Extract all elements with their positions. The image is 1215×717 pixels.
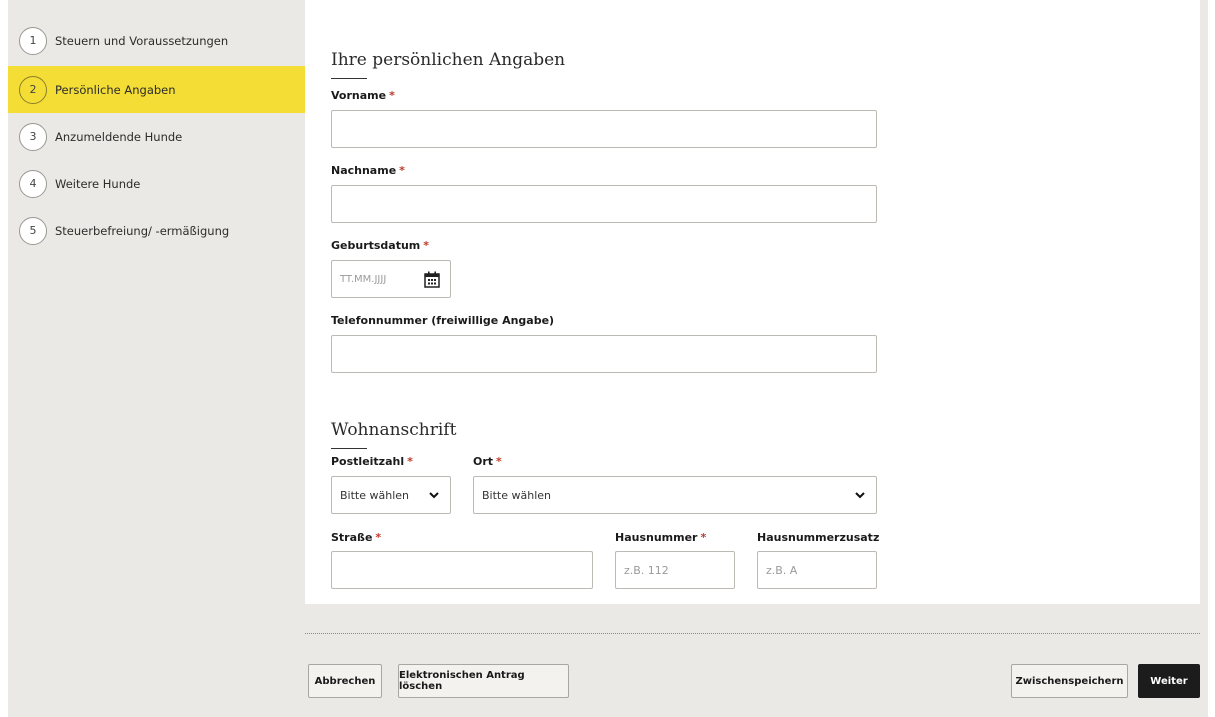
ort-label: Ort * [473, 455, 502, 468]
ort-label-text: Ort [473, 455, 494, 468]
required-marker: * [407, 455, 413, 468]
chevron-down-icon [428, 489, 440, 501]
hausnummer-label-text: Hausnummer [615, 531, 698, 544]
delete-application-button[interactable]: Elektronischen Antrag löschen [398, 664, 569, 698]
strasse-label: Straße * [331, 531, 381, 544]
geburtsdatum-label-text: Geburtsdatum [331, 239, 421, 252]
address-section-title: Wohnanschrift [331, 420, 457, 449]
step-label: Steuern und Voraussetzungen [55, 33, 229, 48]
postleitzahl-select[interactable]: Bitte wählen [331, 476, 451, 514]
step-label: Persönliche Angaben [55, 82, 176, 97]
step-number: 5 [19, 216, 47, 245]
strasse-input[interactable] [331, 551, 593, 589]
postleitzahl-label: Postleitzahl * [331, 455, 413, 468]
vorname-label-text: Vorname [331, 89, 387, 102]
hausnummer-placeholder: z.B. 112 [624, 563, 669, 577]
required-marker: * [496, 455, 502, 468]
calendar-icon[interactable] [424, 271, 440, 288]
hausnummerzusatz-label: Hausnummerzusatz [757, 531, 880, 544]
geburtsdatum-placeholder: TT.MM.JJJJ [340, 273, 387, 285]
vorname-label: Vorname * [331, 89, 395, 102]
ort-value: Bitte wählen [482, 488, 551, 502]
required-marker: * [423, 239, 430, 252]
telefon-label: Telefonnummer (freiwillige Angabe) [331, 314, 555, 327]
step-label: Weitere Hunde [55, 176, 141, 191]
step-4[interactable]: 4 Weitere Hunde [8, 160, 313, 207]
save-draft-button[interactable]: Zwischenspeichern [1011, 664, 1128, 698]
nachname-label-text: Nachname [331, 164, 397, 177]
step-number: 2 [19, 75, 47, 104]
step-5[interactable]: 5 Steuerbefreiung/ -ermäßigung [8, 207, 313, 254]
hausnummer-input[interactable]: z.B. 112 [615, 551, 735, 589]
step-number: 1 [19, 26, 47, 55]
nachname-label: Nachname * [331, 164, 405, 177]
required-marker: * [389, 89, 395, 102]
ort-select[interactable]: Bitte wählen [473, 476, 877, 514]
step-number: 4 [19, 169, 47, 198]
telefon-input[interactable] [331, 335, 877, 373]
hausnummerzusatz-placeholder: z.B. A [766, 563, 798, 577]
geburtsdatum-label: Geburtsdatum * [331, 239, 429, 252]
step-label: Steuerbefreiung/ -ermäßigung [55, 223, 230, 238]
required-marker: * [375, 531, 382, 544]
chevron-down-icon [854, 489, 866, 501]
postleitzahl-label-text: Postleitzahl [331, 455, 405, 468]
personal-section-title: Ihre persönlichen Angaben [331, 50, 566, 79]
step-2-active[interactable]: 2 Persönliche Angaben [8, 66, 326, 113]
postleitzahl-value: Bitte wählen [340, 488, 409, 502]
strasse-label-text: Straße [331, 531, 373, 544]
required-marker: * [399, 164, 405, 177]
next-button[interactable]: Weiter [1138, 664, 1200, 698]
step-3[interactable]: 3 Anzumeldende Hunde [8, 113, 313, 160]
nachname-input[interactable] [331, 185, 877, 223]
step-1[interactable]: 1 Steuern und Voraussetzungen [8, 17, 313, 64]
step-navigation: 1 Steuern und Voraussetzungen 2 Persönli… [8, 17, 326, 254]
required-marker: * [700, 531, 707, 544]
form-card: Ihre persönlichen Angaben Vorname * Nachn… [305, 0, 1200, 604]
cancel-button[interactable]: Abbrechen [308, 664, 382, 698]
geburtsdatum-input[interactable]: TT.MM.JJJJ [331, 260, 451, 298]
vorname-input[interactable] [331, 110, 877, 148]
hausnummerzusatz-input[interactable]: z.B. A [757, 551, 877, 589]
step-number: 3 [19, 122, 47, 151]
app-frame: 1 Steuern und Voraussetzungen 2 Persönli… [8, 0, 1208, 717]
footer-divider [305, 633, 1200, 634]
hausnummer-label: Hausnummer * [615, 531, 706, 544]
step-label: Anzumeldende Hunde [55, 129, 183, 144]
